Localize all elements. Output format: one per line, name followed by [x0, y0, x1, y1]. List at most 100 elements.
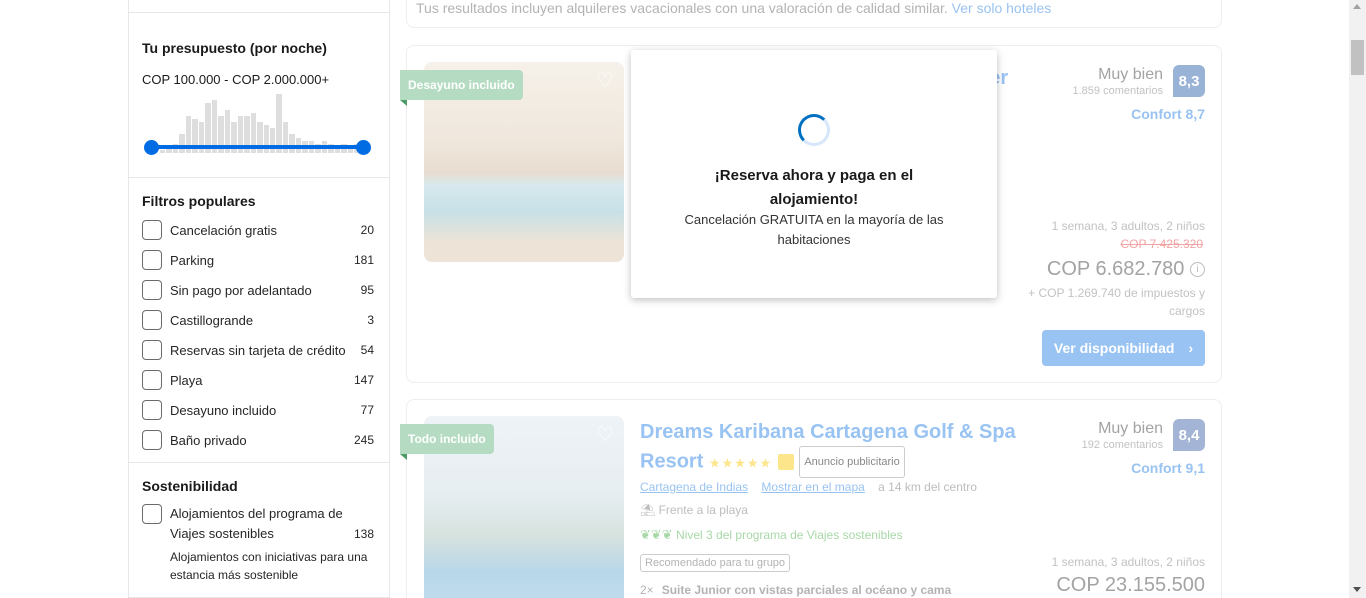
filter-sustainable-program[interactable]: Alojamientos del programa de Viajes sost… [142, 504, 374, 544]
checkbox[interactable] [142, 370, 162, 390]
info-icon[interactable]: i [1190, 262, 1205, 278]
filter-label: Alojamientos del programa de Viajes sost… [170, 506, 343, 541]
beach-text: Frente a la playa [658, 503, 748, 517]
loading-popup: ¡Reserva ahora y paga en el alojamiento!… [631, 50, 997, 298]
deal-ribbon: Desayuno incluido [400, 70, 523, 106]
hotels-only-link[interactable]: Ver solo hoteles [952, 0, 1052, 16]
chevron-right-icon: › [1188, 340, 1194, 356]
leaf-icon: ❦❦❦ [640, 527, 673, 542]
checkbox[interactable] [142, 250, 162, 270]
histogram-bar [160, 149, 166, 153]
stay-details: 1 semana, 3 adultos, 2 niños [1051, 219, 1205, 233]
sustainability-level: ❦❦❦ Nivel 3 del programa de Viajes soste… [640, 527, 903, 543]
filter-option[interactable]: Cancelación gratis 20 [142, 219, 374, 241]
thumbs-up-icon [777, 454, 794, 470]
sustainability-level-text: Nivel 3 del programa de Viajes sostenibl… [676, 528, 903, 542]
button-label: Ver disponibilidad [1053, 340, 1175, 356]
filter-option[interactable]: Playa 147 [142, 369, 374, 391]
beach-feature: ⛱ Frente a la playa [640, 503, 748, 517]
filter-label: Baño privado [170, 432, 247, 448]
property-card: Todo incluido ♡ Dreams Karibana Cartagen… [400, 399, 1222, 598]
heart-icon[interactable]: ♡ [593, 70, 617, 94]
beach-icon: ⛱ [640, 503, 656, 517]
ad-badge: Anuncio publicitario [799, 446, 905, 478]
filter-option[interactable]: Castillogrande 3 [142, 309, 374, 331]
checkbox[interactable] [142, 310, 162, 330]
deal-ribbon: Todo incluido [400, 424, 494, 460]
distance-text: a 14 km del centro [878, 480, 977, 494]
sustainability-description: Alojamientos con iniciativas para una es… [170, 550, 368, 582]
stay-details: 1 semana, 3 adultos, 2 niños [1051, 555, 1205, 569]
results-note: Tus resultados incluyen alquileres vacac… [406, 0, 1222, 28]
histogram-bar [269, 128, 276, 153]
filter-label: Reservas sin tarjeta de crédito [170, 342, 346, 358]
checkbox[interactable] [142, 220, 162, 240]
budget-range: COP 100.000 - COP 2.000.000+ [142, 72, 330, 87]
see-availability-button[interactable]: Ver disponibilidad › [1042, 330, 1205, 366]
current-price: COP 6.682.780 i [1047, 258, 1205, 281]
filter-label: Desayuno incluido [170, 402, 277, 418]
filter-count: 95 [360, 283, 374, 297]
show-on-map-link[interactable]: Mostrar en el mapa [761, 480, 864, 494]
price-value: COP 6.682.780 [1046, 258, 1185, 280]
rating-text: Muy bien [1098, 66, 1163, 83]
filter-option[interactable]: Parking 181 [142, 249, 374, 271]
filter-option[interactable]: Sin pago por adelantado 95 [142, 279, 374, 301]
filter-count: 245 [353, 433, 374, 447]
popup-title: ¡Reserva ahora y paga en el alojamiento! [714, 167, 914, 208]
review-score[interactable]: 8,3 [1173, 65, 1205, 97]
checkbox[interactable] [142, 430, 162, 450]
price-slider-min-handle[interactable] [144, 140, 159, 155]
taxes-text: + COP 1.269.740 de impuestos y cargos [1028, 286, 1205, 318]
current-price: COP 23.155.500 [1056, 574, 1205, 596]
scrollbar-thumb[interactable] [1351, 40, 1364, 75]
budget-filter: Tu presupuesto (por noche) COP 100.000 -… [129, 13, 389, 178]
room-line: 2× Suite Junior con vistas parciales al o… [640, 583, 951, 597]
histogram-bar [179, 134, 185, 153]
sustainability-filter: Sostenibilidad Alojamientos del programa… [129, 463, 389, 598]
scroll-down-arrow-icon[interactable] [1353, 587, 1361, 592]
review-count: 192 comentarios [1081, 439, 1163, 451]
popular-filters-title: Filtros populares [142, 193, 256, 209]
review-count: 1.859 comentarios [1072, 85, 1164, 97]
filter-label: Cancelación gratis [170, 222, 277, 238]
filter-option[interactable]: Baño privado 245 [142, 429, 374, 451]
property-name[interactable]: Dreams Karibana Cartagena Golf & Spa Res… [640, 418, 1030, 478]
price-slider-max-handle[interactable] [356, 140, 371, 155]
scroll-up-arrow-icon[interactable] [1353, 4, 1361, 9]
filter-count: 54 [360, 343, 374, 357]
filter-count: 138 [353, 527, 374, 541]
star-rating-icon: ★★★★★ [708, 455, 773, 471]
comfort-score: Confort 8,7 [1131, 106, 1205, 122]
review-score[interactable]: 8,4 [1173, 419, 1205, 451]
filter-option[interactable]: Reservas sin tarjeta de crédito 54 [142, 339, 374, 361]
heart-icon[interactable]: ♡ [593, 424, 617, 448]
rating-text: Muy bien [1098, 420, 1163, 437]
original-price: COP 7.425.320 [1120, 237, 1203, 251]
popular-filters: Filtros populares Cancelación gratis 20 Pa… [129, 178, 389, 463]
room-quantity: 2× [640, 583, 654, 597]
checkbox[interactable] [142, 280, 162, 300]
checkbox[interactable] [142, 400, 162, 420]
price-histogram [160, 91, 366, 153]
results-note-text: Tus resultados incluyen alquileres vacac… [416, 0, 948, 16]
page-scrollbar[interactable] [1349, 0, 1366, 598]
loading-spinner-icon [798, 114, 830, 146]
price-slider-track[interactable] [151, 145, 364, 149]
filter-count: 20 [360, 223, 374, 237]
filter-label: Sin pago por adelantado [170, 282, 312, 298]
filter-label: Parking [170, 252, 215, 268]
filters-header-section [129, 0, 389, 13]
filter-option[interactable]: Desayuno incluido 77 [142, 399, 374, 421]
city-link[interactable]: Cartagena de Indias [640, 480, 748, 494]
group-recommendation-tag: Recomendado para tu grupo [640, 554, 791, 572]
filter-count: 3 [367, 313, 374, 327]
checkbox[interactable] [142, 340, 162, 360]
sustainability-title: Sostenibilidad [142, 478, 238, 494]
checkbox[interactable] [142, 504, 162, 524]
filter-label: Castillogrande [170, 312, 254, 328]
budget-title: Tu presupuesto (por noche) [142, 40, 327, 56]
room-name: Suite Junior con vistas parciales al océ… [661, 583, 952, 597]
comfort-score: Confort 9,1 [1131, 460, 1205, 476]
filters-sidebar: Tu presupuesto (por noche) COP 100.000 -… [128, 0, 390, 598]
